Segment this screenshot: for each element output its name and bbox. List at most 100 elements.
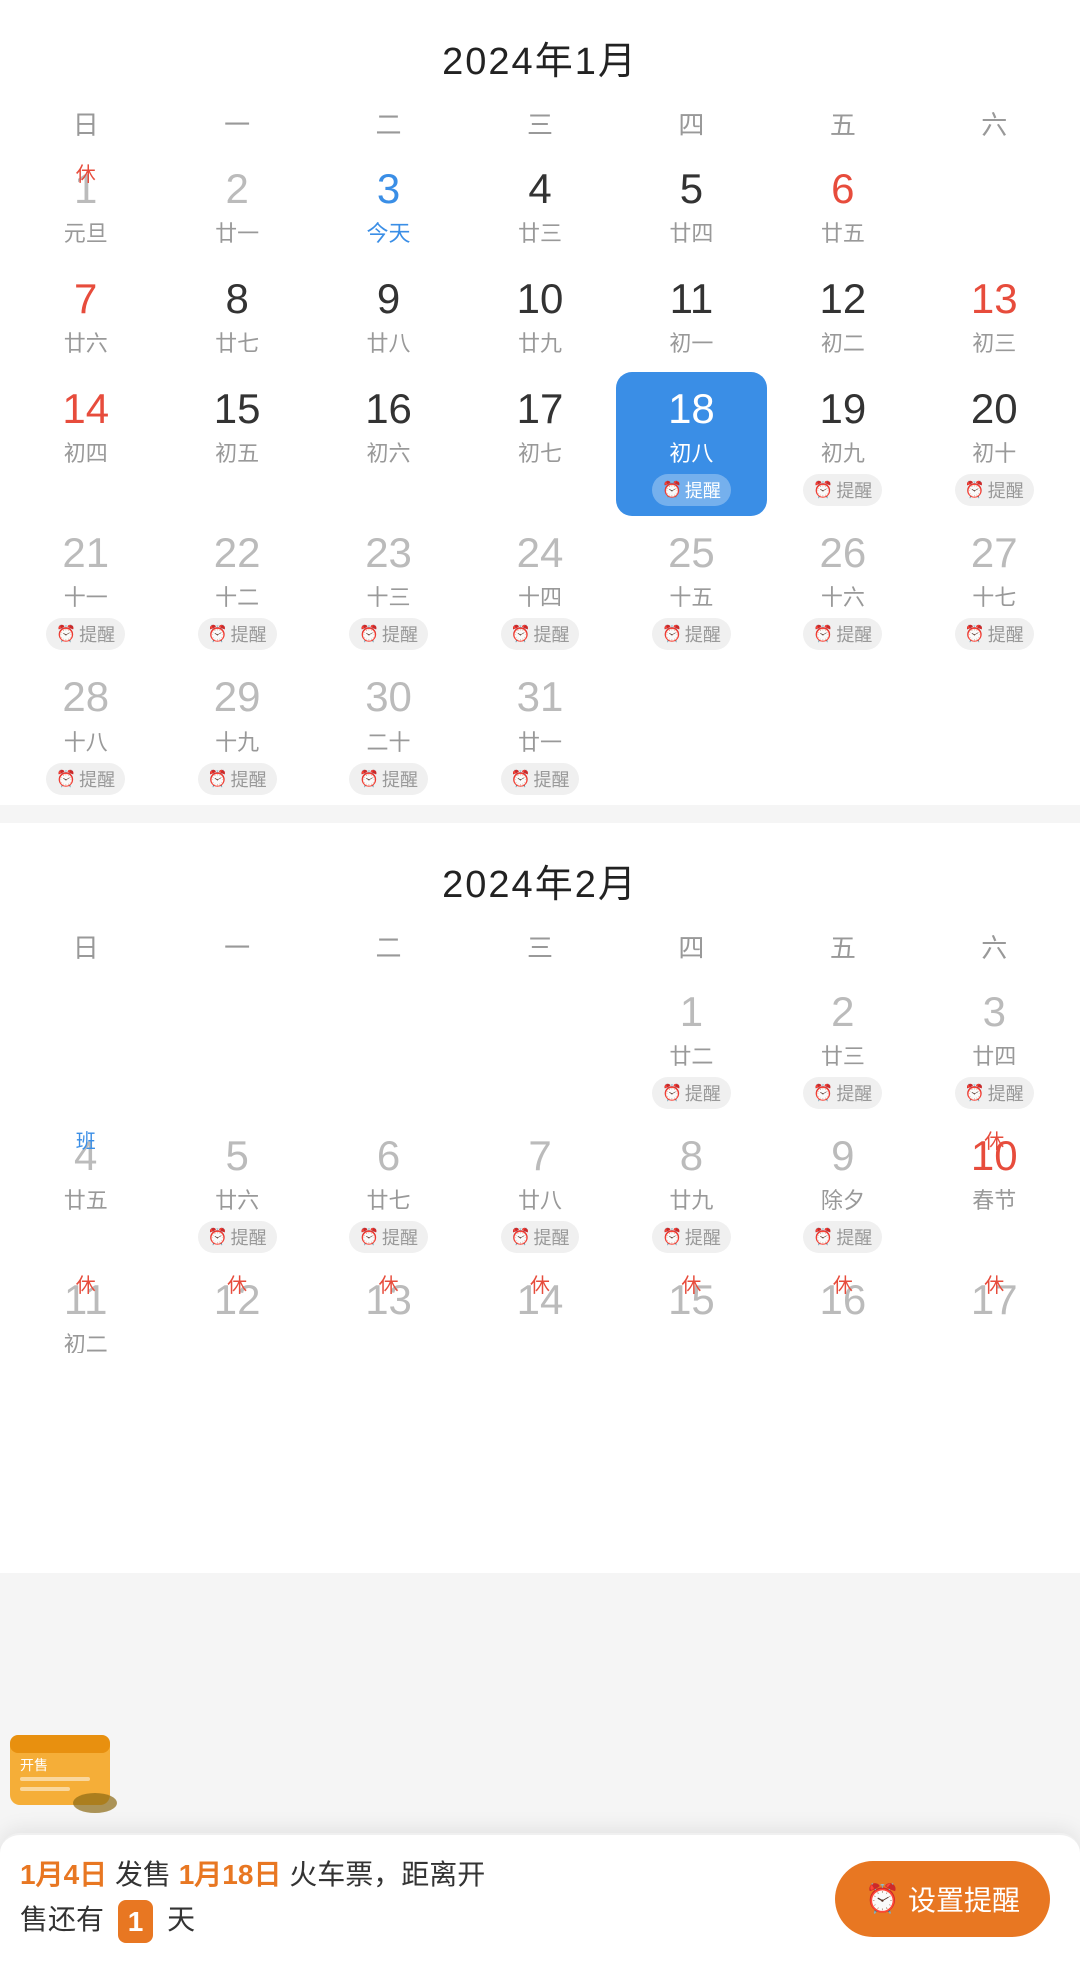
reminder-badge-25[interactable]: ⏰ 提醒	[652, 618, 731, 650]
reminder-badge-feb2[interactable]: ⏰ 提醒	[803, 1077, 882, 1109]
countdown-number: 1	[118, 1900, 154, 1943]
reminder-badge-28[interactable]: ⏰ 提醒	[46, 763, 125, 795]
feb-day-1[interactable]: 1 廿二 ⏰ 提醒	[616, 975, 767, 1119]
feb-day-8[interactable]: 8 廿九 ⏰ 提醒	[616, 1119, 767, 1263]
jan-day-21[interactable]: 21 十一 ⏰ 提醒	[10, 516, 161, 660]
jan-day-15[interactable]: 15 初五	[161, 372, 312, 516]
feb-day-9[interactable]: 9 除夕 ⏰ 提醒	[767, 1119, 918, 1263]
jan-day-22[interactable]: 22 十二 ⏰ 提醒	[161, 516, 312, 660]
jan-day-5[interactable]: 5 廿四	[616, 152, 767, 262]
feb-day-13[interactable]: 休 13	[313, 1263, 464, 1353]
set-reminder-button[interactable]: ⏰ 设置提醒	[835, 1861, 1050, 1937]
jan-day-17[interactable]: 17 初七	[464, 372, 615, 516]
day-label-rest: 休	[379, 1269, 399, 1298]
jan-day-12[interactable]: 12 初二	[767, 262, 918, 372]
jan-day-14[interactable]: 14 初四	[10, 372, 161, 516]
jan-day-7[interactable]: 7 廿六	[10, 262, 161, 372]
reminder-badge-feb5[interactable]: ⏰ 提醒	[198, 1221, 277, 1253]
jan-day-25[interactable]: 25 十五 ⏰ 提醒	[616, 516, 767, 660]
feb-day-7[interactable]: 7 廿八 ⏰ 提醒	[464, 1119, 615, 1263]
reminder-badge-29[interactable]: ⏰ 提醒	[198, 763, 277, 795]
lunar: 十五	[669, 580, 713, 612]
day-num: 9	[831, 1133, 854, 1179]
lunar: 十七	[972, 580, 1016, 612]
feb-day-11[interactable]: 休 11 初二	[10, 1263, 161, 1353]
feb-day-15[interactable]: 休 15	[616, 1263, 767, 1353]
reminder-badge-feb1[interactable]: ⏰ 提醒	[652, 1077, 731, 1109]
reminder-badge-19[interactable]: ⏰ 提醒	[803, 474, 882, 506]
day-num: 26	[819, 530, 866, 576]
feb-day-16[interactable]: 休 16	[767, 1263, 918, 1353]
jan-day-2[interactable]: 2 廿一	[161, 152, 312, 262]
jan-day-31[interactable]: 31 廿一 ⏰ 提醒	[464, 660, 615, 804]
jan-day-10[interactable]: 10 廿九	[464, 262, 615, 372]
feb-row-3: 休 11 初二 休 12 休 13 休 14 休 15 休 16	[0, 1263, 1080, 1353]
lunar: 除夕	[821, 1183, 865, 1215]
jan-empty-2	[616, 660, 767, 804]
jan-day-24[interactable]: 24 十四 ⏰ 提醒	[464, 516, 615, 660]
feb-day-4[interactable]: 班 4 廿五	[10, 1119, 161, 1263]
lunar: 廿一	[215, 216, 259, 248]
jan-day-20[interactable]: 20 初十 ⏰ 提醒	[919, 372, 1070, 516]
jan-day-23[interactable]: 23 十三 ⏰ 提醒	[313, 516, 464, 660]
jan-day-4[interactable]: 4 廿三	[464, 152, 615, 262]
reminder-badge-31[interactable]: ⏰ 提醒	[501, 763, 580, 795]
clock-icon: ⏰	[208, 769, 228, 789]
lunar: 十四	[518, 580, 562, 612]
reminder-badge-feb3[interactable]: ⏰ 提醒	[955, 1077, 1034, 1109]
jan-day-13[interactable]: 13 初三	[919, 262, 1070, 372]
jan-day-18[interactable]: 18 初八 ⏰ 提醒	[616, 372, 767, 516]
feb-day-6[interactable]: 6 廿七 ⏰ 提醒	[313, 1119, 464, 1263]
feb-day-10[interactable]: 休 10 春节	[919, 1119, 1070, 1263]
reminder-badge-22[interactable]: ⏰ 提醒	[198, 618, 277, 650]
jan-day-29[interactable]: 29 十九 ⏰ 提醒	[161, 660, 312, 804]
reminder-badge-23[interactable]: ⏰ 提醒	[349, 618, 428, 650]
day-label-rest: 休	[833, 1269, 853, 1298]
jan-day-30[interactable]: 30 二十 ⏰ 提醒	[313, 660, 464, 804]
reminder-badge-20[interactable]: ⏰ 提醒	[955, 474, 1034, 506]
wday-mon2: 一	[161, 918, 312, 975]
reminder-badge-21[interactable]: ⏰ 提醒	[46, 618, 125, 650]
reminder-badge-feb6[interactable]: ⏰ 提醒	[349, 1221, 428, 1253]
day-num: 18	[668, 386, 715, 432]
reminder-badge-26[interactable]: ⏰ 提醒	[803, 618, 882, 650]
reminder-badge-27[interactable]: ⏰ 提醒	[955, 618, 1034, 650]
wday-tue2: 二	[313, 918, 464, 975]
reminder-badge-18[interactable]: ⏰ 提醒	[652, 474, 731, 506]
wday-sat: 六	[919, 95, 1070, 152]
jan-day-19[interactable]: 19 初九 ⏰ 提醒	[767, 372, 918, 516]
reminder-text: 提醒	[231, 766, 267, 792]
jan-day-8[interactable]: 8 廿七	[161, 262, 312, 372]
lunar: 廿四	[972, 1039, 1016, 1071]
clock-icon: ⏰	[56, 624, 76, 644]
reminder-text: 提醒	[685, 477, 721, 503]
jan-day-1[interactable]: 休 1 元旦	[10, 152, 161, 262]
reminder-text: 提醒	[533, 1224, 569, 1250]
jan-day-16[interactable]: 16 初六	[313, 372, 464, 516]
feb-day-17[interactable]: 休 17	[919, 1263, 1070, 1353]
jan-day-9[interactable]: 9 廿八	[313, 262, 464, 372]
clock-icon: ⏰	[813, 480, 833, 500]
day-label-rest: 休	[76, 1269, 96, 1298]
jan-day-6[interactable]: 6 廿五	[767, 152, 918, 262]
lunar: 廿三	[518, 216, 562, 248]
feb-day-5[interactable]: 5 廿六 ⏰ 提醒	[161, 1119, 312, 1263]
lunar: 初十	[972, 436, 1016, 468]
feb-day-14[interactable]: 休 14	[464, 1263, 615, 1353]
month-separator	[0, 805, 1080, 823]
jan-day-27[interactable]: 27 十七 ⏰ 提醒	[919, 516, 1070, 660]
reminder-badge-feb7[interactable]: ⏰ 提醒	[501, 1221, 580, 1253]
jan-day-3[interactable]: 3 今天	[313, 152, 464, 262]
feb-day-3[interactable]: 3 廿四 ⏰ 提醒	[919, 975, 1070, 1119]
feb-day-2[interactable]: 2 廿三 ⏰ 提醒	[767, 975, 918, 1119]
reminder-badge-30[interactable]: ⏰ 提醒	[349, 763, 428, 795]
reminder-badge-feb9[interactable]: ⏰ 提醒	[803, 1221, 882, 1253]
banner-text2: 火车票，距离开	[289, 1859, 485, 1890]
reminder-badge-feb8[interactable]: ⏰ 提醒	[652, 1221, 731, 1253]
feb-day-12[interactable]: 休 12	[161, 1263, 312, 1353]
jan-day-26[interactable]: 26 十六 ⏰ 提醒	[767, 516, 918, 660]
bottom-padding	[0, 1353, 1080, 1553]
jan-day-28[interactable]: 28 十八 ⏰ 提醒	[10, 660, 161, 804]
jan-day-11[interactable]: 11 初一	[616, 262, 767, 372]
reminder-badge-24[interactable]: ⏰ 提醒	[501, 618, 580, 650]
